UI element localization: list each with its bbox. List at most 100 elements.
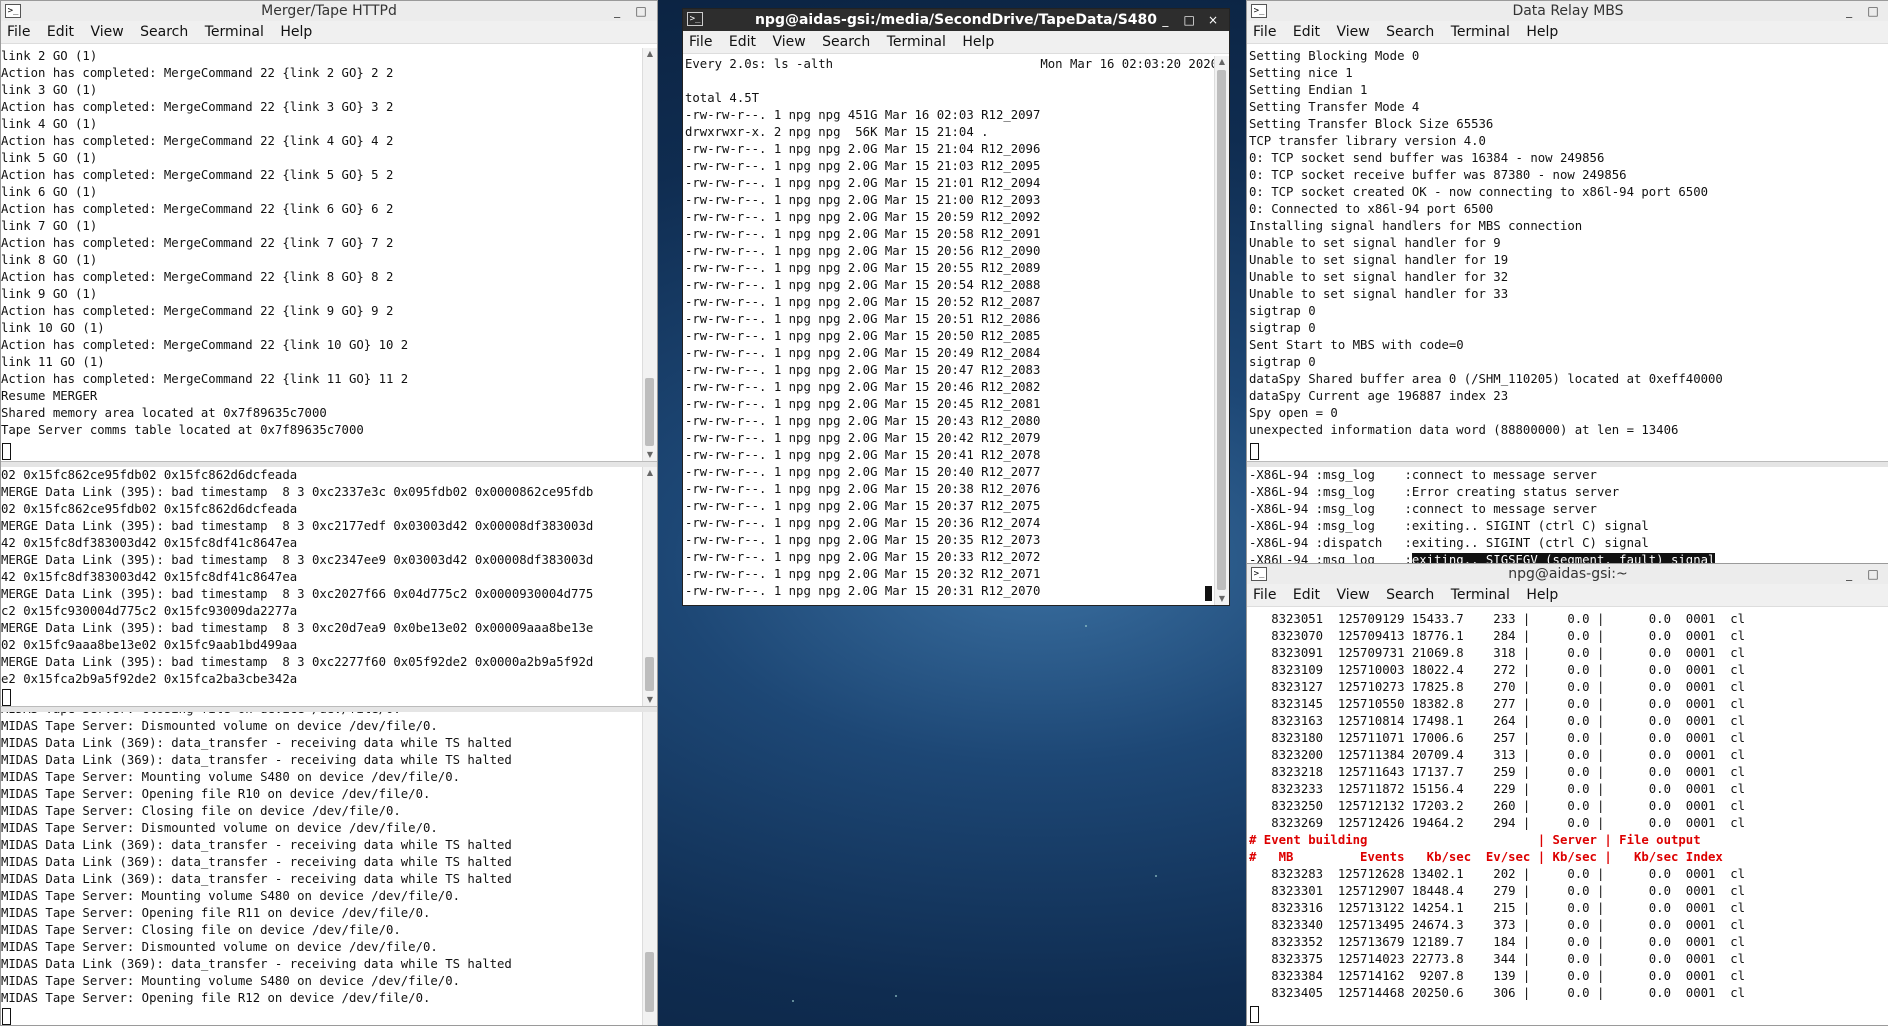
terminal-line: MIDAS Data Link (369): data_transfer - r… xyxy=(1,872,512,886)
menu-view[interactable]: View xyxy=(1330,21,1375,43)
terminal-line: 8323250 125712132 17203.2 260 | 0.0 | 0.… xyxy=(1249,799,1746,813)
minimize-icon[interactable]: _ xyxy=(1155,9,1175,31)
terminal-line: MIDAS Tape Server: Opening file R11 on d… xyxy=(1,906,431,920)
scroll-up-icon[interactable]: ▲ xyxy=(643,48,657,60)
terminal-line: 02 0x15fc862ce95fdb02 0x15fc862d6dcfeada xyxy=(1,468,298,482)
maximize-icon[interactable]: □ xyxy=(1863,564,1883,584)
desktop-star xyxy=(1155,875,1157,877)
scroll-thumb[interactable] xyxy=(645,952,654,1012)
menu-help[interactable]: Help xyxy=(1520,21,1564,43)
menu-edit[interactable]: Edit xyxy=(1287,584,1326,606)
terminal-cursor xyxy=(1205,586,1212,601)
relay-terminal-pane-2[interactable]: -X86L-94 :msg_log :connect to message se… xyxy=(1247,467,1888,563)
terminal-line: -rw-rw-r--. 1 npg npg 2.0G Mar 15 20:40 … xyxy=(685,465,1041,479)
maximize-icon[interactable]: □ xyxy=(1863,1,1883,21)
merger-window-titlebar[interactable]: >_ Merger/Tape HTTPd _ □ xyxy=(1,1,657,22)
scroll-down-icon[interactable]: ▼ xyxy=(643,694,657,706)
maximize-icon[interactable]: □ xyxy=(1179,9,1199,31)
terminal-line: -rw-rw-r--. 1 npg npg 2.0G Mar 15 20:32 … xyxy=(685,567,1041,581)
minimize-icon[interactable]: _ xyxy=(1839,1,1859,21)
terminal-line: MIDAS Tape Server: Mounting volume S480 … xyxy=(1,770,461,784)
terminal-line: link 8 GO (1) xyxy=(1,253,98,267)
scroll-thumb[interactable] xyxy=(645,657,654,691)
scroll-up-icon[interactable]: ▲ xyxy=(1215,56,1229,68)
close-icon[interactable]: × xyxy=(1203,9,1223,31)
terminal-line: TCP transfer library version 4.0 xyxy=(1249,134,1486,148)
scroll-down-icon[interactable]: ▼ xyxy=(643,449,657,461)
menu-file[interactable]: File xyxy=(1,21,36,43)
relay-terminal-pane-1[interactable]: Setting Blocking Mode 0 Setting nice 1 Set… xyxy=(1247,48,1888,461)
scroll-thumb[interactable] xyxy=(1217,70,1226,590)
menu-edit[interactable]: Edit xyxy=(41,21,80,43)
tape-window-titlebar[interactable]: >_ npg@aidas-gsi:/media/SecondDrive/Tape… xyxy=(683,9,1229,32)
scroll-up-icon[interactable]: ▲ xyxy=(643,467,657,479)
merger-scrollbar-3[interactable] xyxy=(642,712,657,1025)
events-terminal-pane[interactable]: 8323051 125709129 15433.7 233 | 0.0 | 0.… xyxy=(1247,611,1888,1025)
desktop-star xyxy=(895,995,897,997)
terminal-line: 8323051 125709129 15433.7 233 | 0.0 | 0.… xyxy=(1249,612,1746,626)
merger-scrollbar-2[interactable]: ▲ ▼ xyxy=(642,467,657,706)
menu-view[interactable]: View xyxy=(1330,584,1375,606)
terminal-line: link 10 GO (1) xyxy=(1,321,105,335)
menu-view[interactable]: View xyxy=(766,31,811,53)
menu-search[interactable]: Search xyxy=(1380,21,1440,43)
menu-search[interactable]: Search xyxy=(1380,584,1440,606)
relay-menubar: File Edit View Search Terminal Help xyxy=(1247,21,1888,44)
terminal-line: link 9 GO (1) xyxy=(1,287,98,301)
relay-log: Setting Blocking Mode 0 Setting nice 1 Set… xyxy=(1249,48,1723,439)
menu-terminal[interactable]: Terminal xyxy=(199,21,270,43)
terminal-line: Setting Transfer Block Size 65536 xyxy=(1249,117,1494,131)
menu-help[interactable]: Help xyxy=(956,31,1000,53)
events-window-titlebar[interactable]: >_ npg@aidas-gsi:~ _ □ xyxy=(1247,564,1888,585)
terminal-line: Setting Endian 1 xyxy=(1249,83,1368,97)
minimize-icon[interactable]: _ xyxy=(607,1,627,21)
menu-help[interactable]: Help xyxy=(274,21,318,43)
terminal-line: Spy open = 0 xyxy=(1249,406,1338,420)
event-header-2: # MB Events Kb/sec Ev/sec | Kb/sec | Kb/… xyxy=(1249,850,1723,864)
menu-help[interactable]: Help xyxy=(1520,584,1564,606)
menu-file[interactable]: File xyxy=(1247,584,1282,606)
menu-search[interactable]: Search xyxy=(816,31,876,53)
menu-search[interactable]: Search xyxy=(134,21,194,43)
terminal-line: 8323352 125713679 12189.7 184 | 0.0 | 0.… xyxy=(1249,935,1746,949)
terminal-cursor xyxy=(1250,1005,1259,1024)
terminal-line: 8323127 125710273 17825.8 270 | 0.0 | 0.… xyxy=(1249,680,1746,694)
terminal-line: Unable to set signal handler for 33 xyxy=(1249,287,1509,301)
terminal-line: 02 0x15fc862ce95fdb02 0x15fc862d6dcfeada xyxy=(1,502,298,516)
terminal-line: Installing signal handlers for MBS conne… xyxy=(1249,219,1583,233)
menu-edit[interactable]: Edit xyxy=(1287,21,1326,43)
desktop-star xyxy=(1085,625,1087,627)
terminal-line: -rw-rw-r--. 1 npg npg 2.0G Mar 15 20:41 … xyxy=(685,448,1041,462)
merger-terminal-pane-1[interactable]: link 2 GO (1) Action has completed: Merge… xyxy=(1,48,657,461)
terminal-line: e2 0x15fca2b9a5f92de2 0x15fca2ba3cbe342a xyxy=(1,672,298,686)
menu-view[interactable]: View xyxy=(84,21,129,43)
terminal-line: 42 0x15fc8df383003d42 0x15fc8df41c8647ea xyxy=(1,570,298,584)
menu-terminal[interactable]: Terminal xyxy=(1445,584,1516,606)
menu-terminal[interactable]: Terminal xyxy=(1445,21,1516,43)
menu-edit[interactable]: Edit xyxy=(723,31,762,53)
merger-terminal-pane-3[interactable]: MIDAS Tape Server: Closing file on devic… xyxy=(1,712,657,1025)
minimize-icon[interactable]: _ xyxy=(1839,564,1859,584)
relay-window-titlebar[interactable]: >_ Data Relay MBS _ □ xyxy=(1247,1,1888,22)
terminal-line: MERGE Data Link (395): bad timestamp 8 3… xyxy=(1,553,594,567)
menu-file[interactable]: File xyxy=(683,31,718,53)
terminal-cursor xyxy=(2,1007,11,1025)
terminal-line: -rw-rw-r--. 1 npg npg 2.0G Mar 15 20:49 … xyxy=(685,346,1041,360)
scroll-down-icon[interactable]: ▼ xyxy=(1215,593,1229,605)
terminal-line: MERGE Data Link (395): bad timestamp 8 3… xyxy=(1,519,594,533)
desktop-star xyxy=(792,1000,794,1002)
scroll-thumb[interactable] xyxy=(645,378,654,446)
maximize-icon[interactable]: □ xyxy=(631,1,651,21)
terminal-line: MERGE Data Link (395): bad timestamp 8 3… xyxy=(1,587,594,601)
merger-terminal-pane-2[interactable]: 02 0x15fc862ce95fdb02 0x15fc862d6dcfeada… xyxy=(1,467,657,706)
terminal-line: MIDAS Tape Server: Dismounted volume on … xyxy=(1,821,438,835)
terminal-line: -rw-rw-r--. 1 npg npg 2.0G Mar 15 20:43 … xyxy=(685,414,1041,428)
tape-terminal-pane[interactable]: Every 2.0s: ls -alth Mon Mar 16 02:03:20… xyxy=(683,56,1229,605)
merger-scrollbar-1[interactable]: ▲ ▼ xyxy=(642,48,657,461)
menu-terminal[interactable]: Terminal xyxy=(881,31,952,53)
menu-file[interactable]: File xyxy=(1247,21,1282,43)
window-title: npg@aidas-gsi:~ xyxy=(1508,566,1628,582)
terminal-line: MIDAS Data Link (369): data_transfer - r… xyxy=(1,736,512,750)
tape-scrollbar[interactable]: ▲ ▼ xyxy=(1214,56,1229,605)
terminal-line: MIDAS Tape Server: Dismounted volume on … xyxy=(1,940,438,954)
